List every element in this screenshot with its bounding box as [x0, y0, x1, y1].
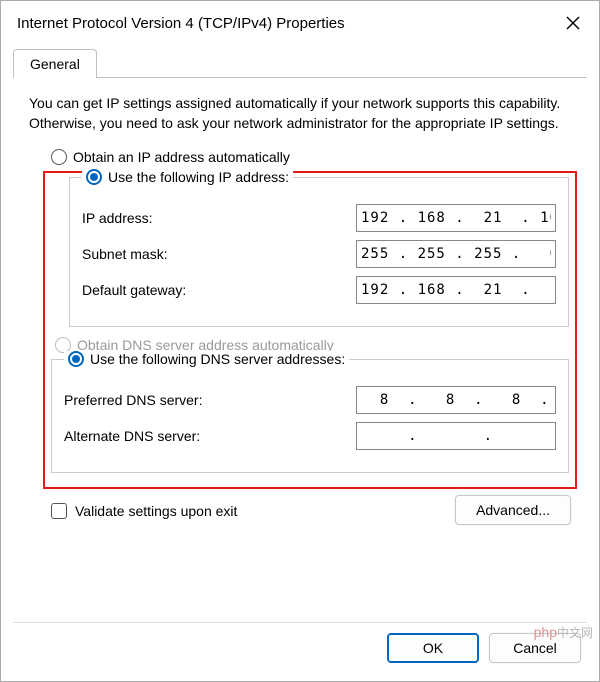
footer: OK Cancel	[1, 623, 599, 681]
advanced-button[interactable]: Advanced...	[455, 495, 571, 525]
checkbox-icon	[51, 503, 67, 519]
titlebar: Internet Protocol Version 4 (TCP/IPv4) P…	[1, 1, 599, 45]
content-area: You can get IP settings assigned automat…	[1, 78, 599, 608]
alternate-dns-label: Alternate DNS server:	[64, 428, 356, 444]
subnet-input[interactable]	[356, 240, 556, 268]
dns-fieldset: Use the following DNS server addresses: …	[51, 359, 569, 473]
ip-manual-option[interactable]: Use the following IP address:	[82, 169, 293, 185]
radio-selected-icon	[86, 169, 102, 185]
gateway-label: Default gateway:	[82, 282, 356, 298]
alternate-dns-input[interactable]	[356, 422, 556, 450]
tab-general[interactable]: General	[13, 49, 97, 78]
ip-auto-label: Obtain an IP address automatically	[73, 149, 290, 165]
ip-manual-label: Use the following IP address:	[108, 169, 289, 185]
close-icon	[566, 16, 580, 30]
preferred-dns-row: Preferred DNS server:	[64, 386, 556, 414]
window-title: Internet Protocol Version 4 (TCP/IPv4) P…	[17, 15, 345, 32]
alternate-dns-row: Alternate DNS server:	[64, 422, 556, 450]
cancel-button[interactable]: Cancel	[489, 633, 581, 663]
radio-selected-icon	[68, 351, 84, 367]
ip-fieldset: Use the following IP address: IP address…	[69, 177, 569, 327]
preferred-dns-input[interactable]	[356, 386, 556, 414]
tab-strip: General	[1, 49, 599, 78]
subnet-label: Subnet mask:	[82, 246, 356, 262]
ip-address-label: IP address:	[82, 210, 356, 226]
ip-address-row: IP address:	[82, 204, 556, 232]
ok-button[interactable]: OK	[387, 633, 479, 663]
subnet-row: Subnet mask:	[82, 240, 556, 268]
gateway-input[interactable]	[356, 276, 556, 304]
gateway-row: Default gateway:	[82, 276, 556, 304]
ip-address-input[interactable]	[356, 204, 556, 232]
dns-manual-option[interactable]: Use the following DNS server addresses:	[64, 351, 349, 367]
highlight-annotation: Use the following IP address: IP address…	[43, 171, 577, 489]
close-button[interactable]	[557, 9, 589, 37]
preferred-dns-label: Preferred DNS server:	[64, 392, 356, 408]
description-text: You can get IP settings assigned automat…	[29, 94, 571, 133]
validate-label: Validate settings upon exit	[75, 503, 237, 519]
dns-manual-label: Use the following DNS server addresses:	[90, 351, 345, 367]
dialog-window: Internet Protocol Version 4 (TCP/IPv4) P…	[0, 0, 600, 682]
radio-icon	[51, 149, 67, 165]
ip-auto-option[interactable]: Obtain an IP address automatically	[51, 149, 571, 165]
